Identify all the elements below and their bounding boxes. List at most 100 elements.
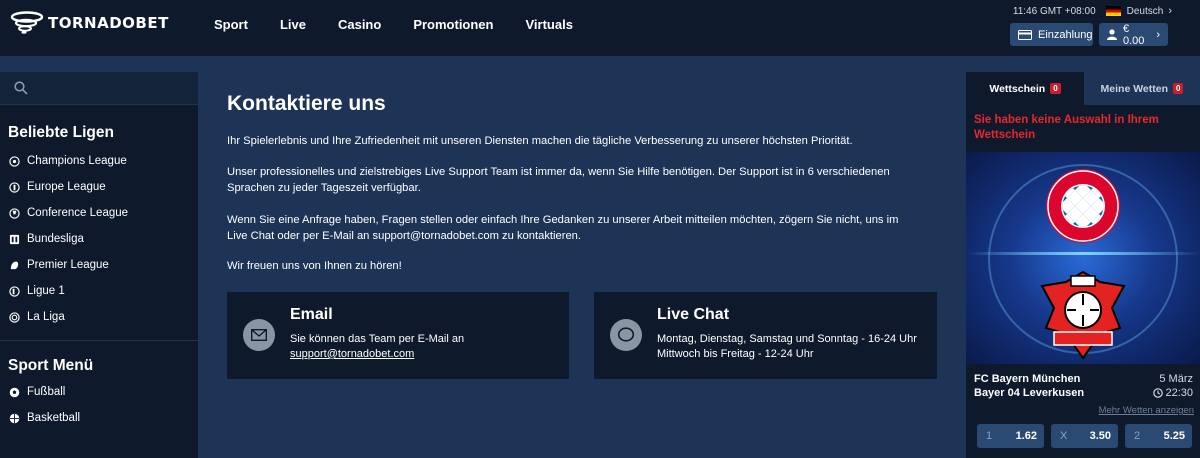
- search-input[interactable]: [0, 72, 198, 105]
- chevron-right-icon: ›: [1168, 5, 1172, 17]
- football-icon: [8, 386, 20, 398]
- page-title: Kontaktiere uns: [227, 92, 386, 115]
- sidebar-item-label: Conference League: [27, 207, 129, 219]
- deposit-button[interactable]: Einzahlung: [1010, 23, 1093, 46]
- sport-menu-title: Sport Menü: [8, 357, 94, 374]
- laliga-icon: [8, 311, 20, 323]
- sidebar-item-basketball[interactable]: Basketball: [0, 405, 198, 431]
- sidebar-item-ligue-1[interactable]: Ligue 1: [0, 278, 198, 304]
- bayer-leverkusen-crest-icon: [1040, 270, 1126, 360]
- language-label: Deutsch: [1126, 5, 1164, 17]
- tab-label: Wettschein: [989, 82, 1046, 95]
- match-time: 22:30: [1165, 387, 1193, 399]
- intro-paragraph: Ihr Spielerlebnis und Ihre Zufriedenheit…: [227, 135, 853, 147]
- odd-label: 1: [986, 430, 993, 442]
- clock: 11:46 GMT +08:00: [1012, 5, 1096, 17]
- bayern-munich-crest-icon: [1046, 169, 1120, 243]
- sidebar-item-label: Ligue 1: [27, 285, 65, 297]
- away-team: Bayer 04 Leverkusen: [974, 387, 1085, 399]
- support-email-link[interactable]: support@tornadobet.com: [290, 348, 414, 360]
- bundesliga-icon: [8, 233, 20, 245]
- odd-value: 1.62: [1015, 430, 1037, 442]
- betslip-panel: Wettschein 0 Meine Wetten 0 Sie haben ke…: [966, 72, 1200, 458]
- search-icon: [14, 81, 28, 95]
- sidebar-item-fussball[interactable]: Fußball: [0, 379, 198, 405]
- closing-paragraph: Wir freuen uns von Ihnen zu hören!: [227, 260, 402, 272]
- chevron-right-icon: ›: [1156, 28, 1160, 41]
- logo-text: TORNADOBET: [48, 14, 169, 32]
- chat-bubble-icon: [610, 319, 642, 351]
- sidebar-item-label: Champions League: [27, 155, 127, 167]
- tab-meine-wetten[interactable]: Meine Wetten 0: [1084, 72, 1200, 105]
- odd-value: 3.50: [1089, 430, 1111, 442]
- divider: [0, 340, 198, 341]
- sidebar-item-label: Fußball: [27, 386, 66, 398]
- odd-away-button[interactable]: 2 5.25: [1125, 424, 1192, 448]
- nav-live[interactable]: Live: [280, 17, 306, 32]
- sidebar-item-bundesliga[interactable]: Bundesliga: [0, 226, 198, 252]
- ligue1-icon: [8, 285, 20, 297]
- status-bar: 11:46 GMT +08:00 Deutsch ›: [1013, 5, 1172, 17]
- sidebar-item-champions-league[interactable]: Champions League: [0, 148, 198, 174]
- main-content: Kontaktiere uns Ihr Spielerlebnis und Ih…: [198, 72, 964, 458]
- sidebar-item-label: Premier League: [27, 259, 109, 271]
- sidebar-item-label: Bundesliga: [27, 233, 84, 245]
- tornado-logo-icon: [10, 11, 44, 34]
- deposit-label: Einzahlung: [1038, 28, 1093, 41]
- email-card-title: Email: [290, 306, 333, 323]
- nav-casino[interactable]: Casino: [338, 17, 381, 32]
- match-promo-image[interactable]: [966, 152, 1200, 364]
- lion-icon: [8, 259, 20, 271]
- envelope-icon: [243, 319, 275, 351]
- trophy-icon: [8, 207, 20, 219]
- tab-wettschein[interactable]: Wettschein 0: [966, 72, 1084, 105]
- tab-label: Meine Wetten: [1100, 82, 1169, 95]
- logo[interactable]: TORNADOBET: [10, 11, 169, 35]
- sidebar-item-la-liga[interactable]: La Liga: [0, 304, 198, 330]
- live-chat-card-title: Live Chat: [657, 306, 730, 323]
- chat-hours-weekdays: Mittwoch bis Freitag - 12-24 Uhr: [657, 348, 814, 360]
- odd-draw-button[interactable]: X 3.50: [1051, 424, 1118, 448]
- main-nav: Sport Live Casino Promotionen Virtuals: [214, 17, 605, 32]
- empty-betslip-message: Sie haben keine Auswahl in Ihrem Wettsch…: [974, 114, 1159, 141]
- count-badge: 0: [1050, 83, 1061, 94]
- nav-promotionen[interactable]: Promotionen: [413, 17, 493, 32]
- nav-virtuals[interactable]: Virtuals: [525, 17, 572, 32]
- chat-hours-weekend: Montag, Dienstag, Samstag und Sonntag - …: [657, 333, 917, 345]
- sidebar-item-europe-league[interactable]: Europe League: [0, 174, 198, 200]
- sidebar-item-conference-league[interactable]: Conference League: [0, 200, 198, 226]
- email-card-text: Sie können das Team per E-Mail an: [290, 333, 465, 345]
- top-bar: TORNADOBET Sport Live Casino Promotionen…: [0, 0, 1200, 56]
- match-date: 5 März: [1159, 373, 1193, 385]
- count-badge: 0: [1173, 83, 1184, 94]
- live-chat-card[interactable]: Live Chat Montag, Dienstag, Samstag und …: [594, 292, 937, 379]
- odds-row: 1 1.62 X 3.50 2 5.25: [966, 424, 1200, 448]
- football-icon: [8, 155, 20, 167]
- contact-paragraph: Wenn Sie eine Anfrage haben, Fragen stel…: [227, 214, 899, 242]
- balance-button[interactable]: € 0.00 ›: [1099, 22, 1168, 47]
- odd-label: X: [1060, 430, 1068, 442]
- sidebar-item-premier-league[interactable]: Premier League: [0, 252, 198, 278]
- german-flag-icon: [1105, 6, 1121, 16]
- sidebar-item-label: Basketball: [27, 412, 81, 424]
- contact-cards: Email Sie können das Team per E-Mail an …: [227, 292, 937, 379]
- user-icon: [1107, 29, 1117, 40]
- language-selector[interactable]: Deutsch ›: [1105, 5, 1172, 17]
- odd-label: 2: [1134, 430, 1141, 442]
- more-bets-link[interactable]: Mehr Wetten anzeigen: [966, 405, 1200, 416]
- featured-match[interactable]: FC Bayern München Bayer 04 Leverkusen 5 …: [966, 364, 1200, 400]
- odd-home-button[interactable]: 1 1.62: [977, 424, 1044, 448]
- support-paragraph: Unser professionelles und zielstrebiges …: [227, 166, 890, 194]
- home-team: FC Bayern München: [974, 373, 1081, 385]
- odd-value: 5.25: [1163, 430, 1185, 442]
- sidebar-item-label: La Liga: [27, 311, 65, 323]
- sidebar: Beliebte Ligen Champions League Europe L…: [0, 72, 198, 458]
- trophy-icon: [8, 181, 20, 193]
- clock-icon: [1153, 388, 1164, 398]
- popular-leagues-title: Beliebte Ligen: [8, 124, 114, 141]
- sidebar-item-label: Europe League: [27, 181, 106, 193]
- betslip-tabs: Wettschein 0 Meine Wetten 0: [966, 72, 1200, 105]
- balance-label: € 0.00: [1123, 22, 1145, 47]
- basketball-icon: [8, 412, 20, 424]
- nav-sport[interactable]: Sport: [214, 17, 248, 32]
